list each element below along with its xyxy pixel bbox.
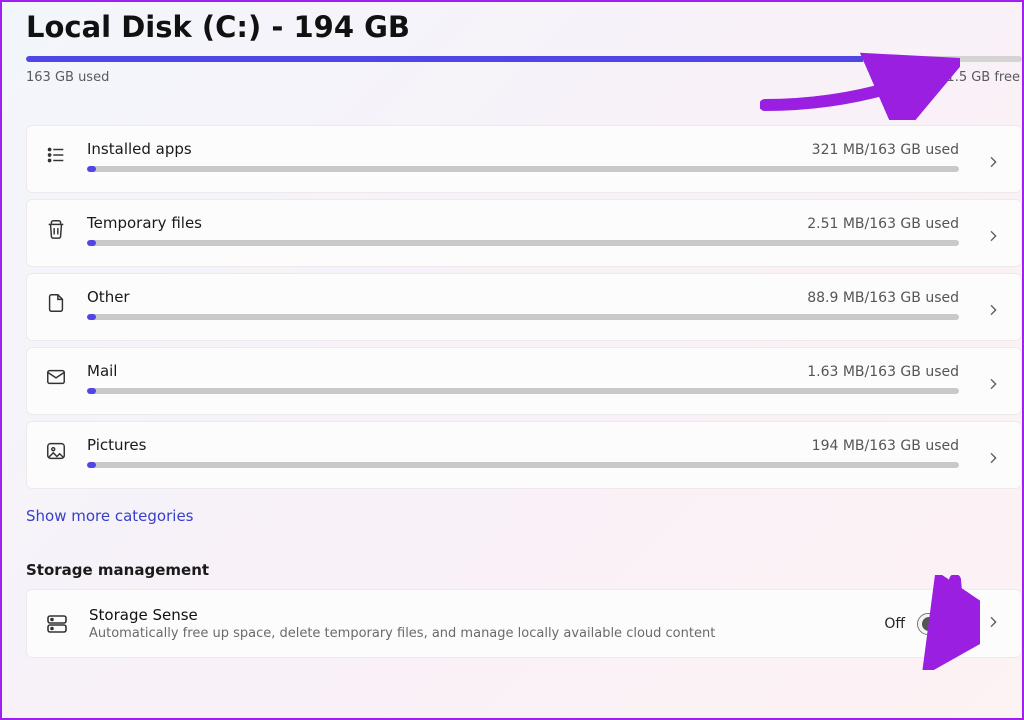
category-usage: 194 MB/163 GB used [812,438,959,454]
storage-icon [45,612,69,636]
page-title: Local Disk (C:) - 194 GB [26,10,1022,44]
category-other[interactable]: Other 88.9 MB/163 GB used [26,273,1022,341]
category-usage: 88.9 MB/163 GB used [807,290,959,306]
category-bar [87,462,959,468]
show-more-categories-link[interactable]: Show more categories [26,507,194,525]
storage-sense-title: Storage Sense [89,606,864,624]
chevron-right-icon [985,228,1003,248]
toggle-knob [922,617,936,631]
category-installed-apps[interactable]: Installed apps 321 MB/163 GB used [26,125,1022,193]
disk-usage-labels: 163 GB used 31.5 GB free [26,70,1022,85]
chevron-right-icon [985,302,1003,322]
trash-icon [45,218,67,240]
category-mail[interactable]: Mail 1.63 MB/163 GB used [26,347,1022,415]
storage-categories: Installed apps 321 MB/163 GB used Tempor… [26,125,1022,489]
category-usage: 1.63 MB/163 GB used [807,364,959,380]
chevron-right-icon [985,376,1003,396]
storage-sense-row[interactable]: Storage Sense Automatically free up spac… [26,589,1022,658]
category-bar [87,166,959,172]
category-temporary-files[interactable]: Temporary files 2.51 MB/163 GB used [26,199,1022,267]
category-bar [87,314,959,320]
storage-sense-toggle[interactable] [917,613,959,635]
category-bar [87,240,959,246]
category-bar [87,388,959,394]
disk-free-label: 31.5 GB free [938,70,1020,85]
category-pictures[interactable]: Pictures 194 MB/163 GB used [26,421,1022,489]
category-label: Mail [87,362,117,380]
mail-icon [45,366,67,388]
storage-sense-description: Automatically free up space, delete temp… [89,626,864,641]
chevron-right-icon [985,450,1003,470]
category-label: Pictures [87,436,146,454]
disk-usage-bar [26,56,1022,62]
category-usage: 321 MB/163 GB used [812,142,959,158]
section-heading-storage-management: Storage management [26,561,1022,579]
category-label: Temporary files [87,214,202,232]
chevron-right-icon [985,614,1003,634]
apps-icon [45,144,67,166]
picture-icon [45,440,67,462]
category-usage: 2.51 MB/163 GB used [807,216,959,232]
storage-sense-state-label: Off [884,616,905,632]
category-label: Installed apps [87,140,192,158]
category-label: Other [87,288,130,306]
disk-usage-bar-fill [26,56,863,62]
document-icon [45,292,67,314]
disk-header: Local Disk (C:) - 194 GB 163 GB used 31.… [26,2,1022,85]
disk-used-label: 163 GB used [26,70,109,85]
chevron-right-icon [985,154,1003,174]
